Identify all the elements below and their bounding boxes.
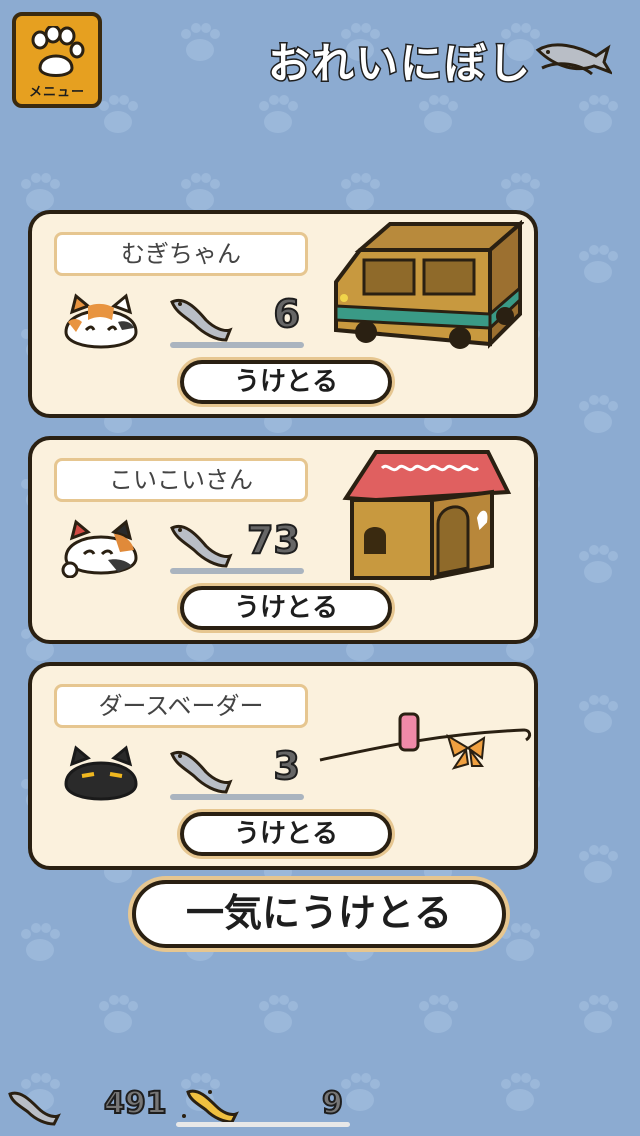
- gold-fish-icon: [182, 1089, 239, 1124]
- cat-teaser-toy-item: [319, 712, 532, 770]
- cardboard-house-item: [342, 450, 512, 581]
- cat-avatar: [64, 293, 138, 349]
- fish-count-underline: [170, 794, 304, 800]
- currency-footer: 491 9: [0, 1080, 640, 1136]
- cat-name: ダースベーダー: [54, 684, 308, 728]
- gift-card: ダースベーダー 3 うけとる: [28, 662, 538, 870]
- silver-fish-icon: [8, 1091, 61, 1126]
- cardboard-car-item: [334, 220, 524, 349]
- receive-button[interactable]: うけとる: [180, 360, 392, 404]
- receive-button[interactable]: うけとる: [180, 586, 392, 630]
- fish-count-underline: [170, 342, 304, 348]
- cat-name: こいこいさん: [54, 458, 308, 502]
- cat-avatar: [61, 519, 138, 578]
- cat-name: むぎちゃん: [54, 232, 308, 276]
- silver-fish-count: 491: [103, 1085, 168, 1122]
- paw-icon: [31, 26, 85, 77]
- gift-card: むぎちゃん 6 うけとる: [28, 210, 538, 418]
- gold-fish-count: 9: [321, 1085, 344, 1122]
- cat-avatar: [64, 745, 138, 801]
- dried-fish-icon: [535, 43, 612, 76]
- receive-button[interactable]: うけとる: [180, 812, 392, 856]
- dried-fish-icon: [170, 299, 233, 342]
- page-title: おれいにぼし: [266, 38, 533, 90]
- receive-all-button[interactable]: 一気にうけとる: [132, 880, 506, 948]
- gold-fish-underline: [176, 1122, 350, 1127]
- gift-card: こいこいさん 73 うけとる: [28, 436, 538, 644]
- fish-count: 73: [246, 517, 301, 563]
- fish-count-underline: [170, 568, 304, 574]
- fish-count: 6: [273, 291, 301, 337]
- menu-button[interactable]: メニュー: [12, 12, 102, 108]
- dried-fish-icon: [170, 751, 233, 794]
- menu-label: メニュー: [28, 85, 85, 100]
- fish-count: 3: [273, 743, 301, 789]
- dried-fish-icon: [170, 525, 233, 568]
